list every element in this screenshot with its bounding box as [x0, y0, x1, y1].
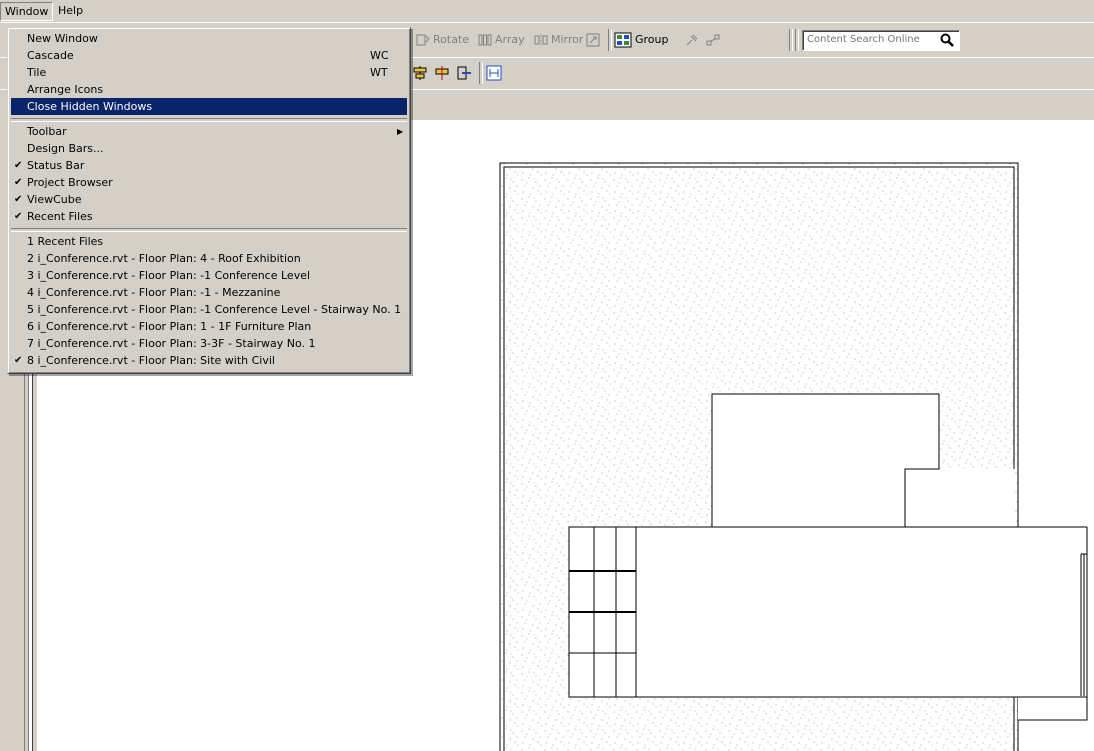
- menu-item-recent-file-active[interactable]: ✔ 8 i_Conference.rvt - Floor Plan: Site …: [11, 352, 407, 369]
- search-icon[interactable]: [939, 32, 955, 48]
- trim-button[interactable]: [456, 64, 472, 82]
- menu-item-arrange-icons[interactable]: Arrange Icons: [11, 81, 407, 98]
- unpin-button[interactable]: [706, 31, 720, 49]
- menu-item-label: Design Bars...: [27, 142, 104, 155]
- window-menu-dropdown: New Window Cascade WC Tile WT Arrange Ic…: [7, 27, 411, 374]
- toolbar-separator: [789, 29, 793, 51]
- menu-separator: [11, 118, 407, 122]
- mirror-label: Mirror: [551, 33, 584, 46]
- pin-icon: [686, 34, 698, 46]
- toolbar-separator: [608, 29, 612, 51]
- menu-item-label: Toolbar: [27, 125, 67, 138]
- menu-help[interactable]: Help: [54, 2, 87, 19]
- menu-bar: Window Help: [0, 0, 1094, 22]
- submenu-arrow-icon: ▶: [397, 127, 404, 136]
- split-icon: [435, 66, 449, 80]
- mirror-button[interactable]: Mirror: [534, 31, 583, 49]
- menu-item-label: 4 i_Conference.rvt - Floor Plan: -1 - Me…: [27, 286, 281, 299]
- align-button[interactable]: [412, 64, 428, 82]
- menu-item-shortcut: WT: [370, 66, 388, 79]
- rotate-label: Rotate: [433, 33, 470, 46]
- menu-item-label: 7 i_Conference.rvt - Floor Plan: 3-3F - …: [27, 337, 316, 350]
- mirror-icon: [534, 34, 548, 46]
- split-button[interactable]: [434, 64, 450, 82]
- menu-item-label: 3 i_Conference.rvt - Floor Plan: -1 Conf…: [27, 269, 311, 282]
- menu-item-toolbar[interactable]: Toolbar ▶: [11, 123, 407, 140]
- menu-item-label: 8 i_Conference.rvt - Floor Plan: Site wi…: [27, 354, 275, 367]
- menu-item-status-bar[interactable]: ✔ Status Bar: [11, 157, 407, 174]
- toolbar-separator: [479, 62, 483, 84]
- menu-item-viewcube[interactable]: ✔ ViewCube: [11, 191, 407, 208]
- resize-button[interactable]: [586, 31, 600, 49]
- menu-item-recent-file[interactable]: 1 Recent Files: [11, 233, 407, 250]
- menu-item-recent-file[interactable]: 5 i_Conference.rvt - Floor Plan: -1 Conf…: [11, 301, 407, 318]
- array-icon: [478, 34, 492, 46]
- menu-item-label: Status Bar: [27, 159, 85, 172]
- menu-item-label: 2 i_Conference.rvt - Floor Plan: 4 - Roo…: [27, 252, 301, 265]
- menu-item-recent-file[interactable]: 7 i_Conference.rvt - Floor Plan: 3-3F - …: [11, 335, 407, 352]
- menu-item-label: Project Browser: [27, 176, 113, 189]
- menu-item-label: 5 i_Conference.rvt - Floor Plan: -1 Conf…: [27, 303, 402, 316]
- menu-item-label: ViewCube: [27, 193, 82, 206]
- menu-item-cascade[interactable]: Cascade WC: [11, 47, 407, 64]
- menu-item-label: 1 Recent Files: [27, 235, 104, 248]
- checkmark-icon: ✔: [14, 160, 23, 171]
- array-label: Array: [495, 33, 525, 46]
- menu-item-close-hidden-windows[interactable]: Close Hidden Windows: [11, 98, 407, 115]
- checkmark-icon: ✔: [14, 177, 23, 188]
- menu-item-tile[interactable]: Tile WT: [11, 64, 407, 81]
- resize-icon: [586, 33, 600, 47]
- trim-icon: [457, 66, 471, 80]
- rotate-icon: [416, 34, 430, 46]
- checkmark-icon: ✔: [14, 194, 23, 205]
- menu-item-label: Cascade: [27, 49, 74, 62]
- rotate-button[interactable]: Rotate: [416, 31, 469, 49]
- link-icon: [706, 34, 720, 46]
- checkmark-icon: ✔: [14, 355, 23, 366]
- menu-item-label: New Window: [27, 32, 98, 45]
- menu-item-label: Arrange Icons: [27, 83, 104, 96]
- checkmark-icon: ✔: [14, 211, 23, 222]
- content-search-box: [802, 30, 960, 51]
- menu-window[interactable]: Window: [0, 2, 54, 21]
- menu-item-recent-file[interactable]: 2 i_Conference.rvt - Floor Plan: 4 - Roo…: [11, 250, 407, 267]
- menu-item-design-bars[interactable]: Design Bars...: [11, 140, 407, 157]
- menu-item-label: Recent Files: [27, 210, 93, 223]
- align-icon: [413, 66, 427, 80]
- menu-item-label: 6 i_Conference.rvt - Floor Plan: 1 - 1F …: [27, 320, 312, 333]
- dimension-icon: [486, 65, 502, 81]
- menu-item-project-browser[interactable]: ✔ Project Browser: [11, 174, 407, 191]
- menu-item-new-window[interactable]: New Window: [11, 30, 407, 47]
- menu-item-recent-file[interactable]: 6 i_Conference.rvt - Floor Plan: 1 - 1F …: [11, 318, 407, 335]
- group-label: Group: [635, 33, 669, 46]
- menu-item-label: Tile: [27, 66, 47, 79]
- menu-separator: [11, 228, 407, 232]
- group-icon: [614, 32, 632, 48]
- group-button[interactable]: Group: [614, 31, 669, 49]
- menu-item-recent-file[interactable]: 4 i_Conference.rvt - Floor Plan: -1 - Me…: [11, 284, 407, 301]
- toolbar-separator: [795, 29, 799, 51]
- menu-item-recent-file[interactable]: 3 i_Conference.rvt - Floor Plan: -1 Conf…: [11, 267, 407, 284]
- content-search-input[interactable]: [807, 32, 935, 47]
- array-button[interactable]: Array: [478, 31, 525, 49]
- dimension-button[interactable]: [486, 64, 502, 82]
- menu-item-shortcut: WC: [370, 49, 389, 62]
- menu-item-label: Close Hidden Windows: [27, 100, 153, 113]
- pin-button[interactable]: [685, 31, 699, 49]
- menu-item-recent-files[interactable]: ✔ Recent Files: [11, 208, 407, 225]
